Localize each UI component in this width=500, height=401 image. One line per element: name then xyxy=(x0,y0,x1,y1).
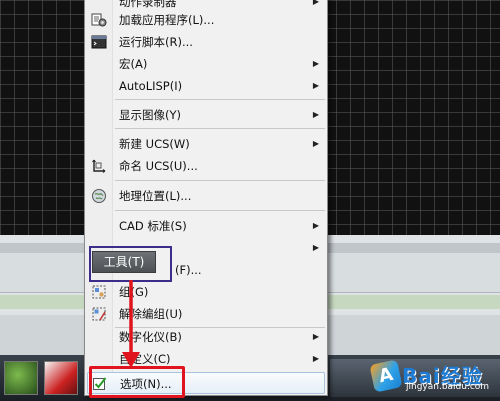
menu-item-named-ucs[interactable]: 命名 UCS(U)... xyxy=(87,155,325,177)
submenu-arrow-icon: ▶ xyxy=(312,59,319,68)
menu-item-autolisp[interactable]: AutoLISP(I) ▶ xyxy=(87,75,325,97)
menu-separator xyxy=(115,180,325,181)
menu-item-label: 加载应用程序(L)... xyxy=(119,13,215,27)
submenu-arrow-icon: ▶ xyxy=(312,354,319,363)
group-icon xyxy=(91,284,107,300)
menu-item-label: 显示图像(Y) xyxy=(119,108,181,122)
menu-item-group[interactable]: 组(G) xyxy=(87,281,325,303)
tools-dropdown-menu: 动作录制器 ▶ 加载应用程序(L)... 运行脚本(R)... 宏(A) ▶ A… xyxy=(84,0,328,396)
load-app-icon xyxy=(91,12,107,28)
watermark-url: jingyan.baidu.com xyxy=(406,382,490,392)
submenu-arrow-icon: ▶ xyxy=(312,221,319,230)
geo-location-icon xyxy=(91,188,107,204)
menu-item-run-script[interactable]: 运行脚本(R)... xyxy=(87,31,325,53)
menu-item-label: CAD 标准(S) xyxy=(119,219,187,233)
run-script-icon xyxy=(91,34,107,50)
menu-item-label: AutoLISP(I) xyxy=(119,79,183,93)
menu-item-new-ucs[interactable]: 新建 UCS(W) ▶ xyxy=(87,133,325,155)
menu-item-label: (F)... xyxy=(175,263,202,277)
autocad-taskbar-icon[interactable] xyxy=(44,361,78,395)
menu-item-label: 解除编组(U) xyxy=(119,307,183,321)
menu-item-label: 组(G) xyxy=(119,285,149,299)
submenu-arrow-icon: ▶ xyxy=(312,332,319,341)
submenu-arrow-icon: ▶ xyxy=(312,243,319,252)
menu-item-display-image[interactable]: 显示图像(Y) ▶ xyxy=(87,104,325,126)
menu-item-digitizer[interactable]: 数字化仪(B) ▶ xyxy=(87,326,325,348)
menu-separator xyxy=(115,128,325,129)
menu-separator xyxy=(115,99,325,100)
menu-item-label: 宏(A) xyxy=(119,57,148,71)
ungroup-icon xyxy=(91,306,107,322)
menu-item-load-application[interactable]: 加载应用程序(L)... xyxy=(87,9,325,31)
named-ucs-icon xyxy=(91,158,107,174)
watermark: A Bai经验 jingyan.baidu.com xyxy=(369,358,497,398)
menu-item-label: 数字化仪(B) xyxy=(119,330,182,344)
menu-item-cad-standards[interactable]: CAD 标准(S) ▶ xyxy=(87,215,325,237)
submenu-arrow-icon: ▶ xyxy=(312,81,319,90)
baidu-logo-icon: A xyxy=(369,359,403,393)
menu-item-geo-location[interactable]: 地理位置(L)... xyxy=(87,185,325,207)
submenu-arrow-icon: ▶ xyxy=(312,110,319,119)
menu-item-label: 地理位置(L)... xyxy=(119,189,192,203)
menu-item-macro[interactable]: 宏(A) ▶ xyxy=(87,53,325,75)
menu-item-label: 新建 UCS(W) xyxy=(119,137,190,151)
taskbar-thumbnail[interactable] xyxy=(4,361,38,395)
menu-item-ungroup[interactable]: 解除编组(U) xyxy=(87,303,325,325)
menu-item-label: 命名 UCS(U)... xyxy=(119,159,198,173)
options-highlight-frame xyxy=(89,366,185,398)
menu-item-label: 运行脚本(R)... xyxy=(119,35,193,49)
menu-separator xyxy=(115,210,325,211)
tools-menu-button[interactable]: 工具(T) xyxy=(92,251,156,273)
submenu-arrow-icon: ▶ xyxy=(312,139,319,148)
